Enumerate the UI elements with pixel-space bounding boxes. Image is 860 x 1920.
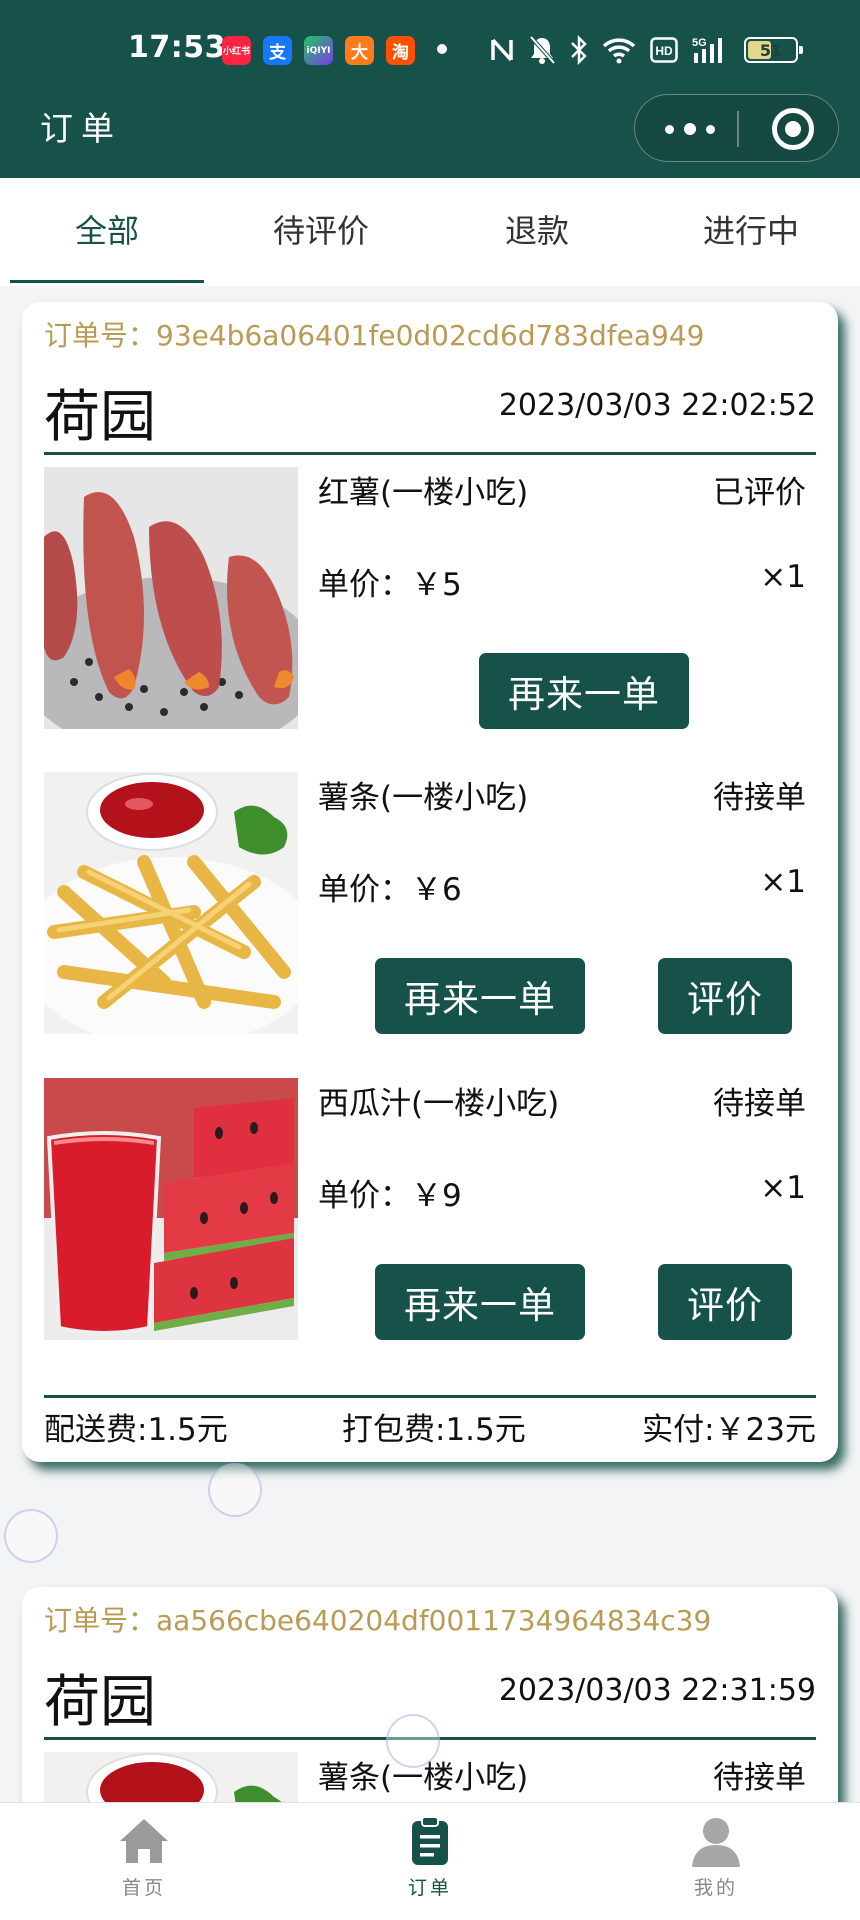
tab-pending-review[interactable]: 待评价 xyxy=(214,206,428,252)
tab-in-progress[interactable]: 进行中 xyxy=(644,206,858,252)
item-quantity: ×1 xyxy=(760,1170,806,1206)
tabbar-orders-label: 订单 xyxy=(407,1877,452,1899)
item-status: 待接单 xyxy=(713,1086,806,1122)
touch-ripple xyxy=(386,1714,440,1768)
meituan-icon: 大 xyxy=(345,36,374,65)
nfc-icon xyxy=(491,38,513,62)
store-name: 荷园 xyxy=(44,1670,156,1735)
item-status: 已评价 xyxy=(713,475,806,511)
notification-app-icons: 小红书 支 iQIYI 大 淘 xyxy=(222,36,415,65)
page-title: 订单 xyxy=(40,109,122,148)
iqiyi-icon: iQIYI xyxy=(304,36,333,65)
tab-refund[interactable]: 退款 xyxy=(430,206,644,252)
user-icon xyxy=(692,1818,740,1867)
battery-level: 51 xyxy=(759,40,783,60)
footer-divider xyxy=(44,1395,816,1398)
miniprogram-capsule xyxy=(634,94,839,162)
status-time: 17:53 xyxy=(128,30,226,65)
tab-all[interactable]: 全部 xyxy=(0,206,214,252)
order-clipboard-icon xyxy=(412,1816,448,1865)
bluetooth-icon xyxy=(571,35,587,65)
order-item: 西瓜汁(一楼小吃) 待接单 单价：￥9 ×1 再来一单 评价 xyxy=(44,1078,816,1342)
reorder-button[interactable]: 再来一单 xyxy=(375,1264,585,1340)
header-divider xyxy=(44,452,816,455)
order-item: 红薯(一楼小吃) 已评价 单价：￥5 ×1 再来一单 xyxy=(44,467,816,731)
more-notifications-dot xyxy=(437,44,447,54)
order-card: 订单号：93e4b6a06401fe0d02cd6d783dfea949 荷园 … xyxy=(22,302,838,1462)
tabbar-profile[interactable]: 我的 xyxy=(646,1815,786,1900)
close-miniprogram-icon[interactable] xyxy=(772,108,814,150)
status-bar: 17:53 小红书 支 iQIYI 大 淘 HD 5G 51 xyxy=(0,0,860,96)
item-status: 待接单 xyxy=(713,1760,806,1796)
tabbar-profile-label: 我的 xyxy=(693,1877,738,1899)
item-price: 单价：￥6 xyxy=(318,872,462,908)
tabbar-home-label: 首页 xyxy=(121,1877,166,1899)
bottom-tab-bar: 首页 订单 我的 xyxy=(0,1802,860,1920)
active-tab-indicator xyxy=(10,280,204,283)
item-quantity: ×1 xyxy=(760,864,806,900)
item-name: 西瓜汁(一楼小吃) xyxy=(318,1086,560,1122)
sweet-potato-image xyxy=(44,467,298,729)
order-number: 订单号：93e4b6a06401fe0d02cd6d783dfea949 xyxy=(44,319,705,352)
tabbar-home[interactable]: 首页 xyxy=(74,1815,214,1900)
tabbar-orders[interactable]: 订单 xyxy=(360,1815,500,1900)
more-options-icon[interactable] xyxy=(665,123,715,135)
order-time: 2023/03/03 22:31:59 xyxy=(498,1673,816,1708)
order-fees: 配送费:1.5元 打包费:1.5元 实付:￥23元 xyxy=(44,1404,816,1448)
alipay-icon: 支 xyxy=(263,36,292,65)
home-icon xyxy=(120,1819,168,1863)
xiaohongshu-icon: 小红书 xyxy=(222,36,251,65)
order-number: 订单号：aa566cbe640204df0011734964834c39 xyxy=(44,1604,712,1637)
system-icons: HD 5G 51 xyxy=(490,30,803,70)
packing-fee: 打包费:1.5元 xyxy=(342,1412,526,1448)
mute-bell-icon xyxy=(529,35,556,65)
reorder-button[interactable]: 再来一单 xyxy=(479,653,689,729)
svg-text:5G: 5G xyxy=(692,37,707,49)
item-price: 单价：￥9 xyxy=(318,1178,462,1214)
delivery-fee: 配送费:1.5元 xyxy=(44,1412,228,1448)
wifi-icon xyxy=(602,38,636,64)
review-button[interactable]: 评价 xyxy=(658,1264,792,1340)
top-bar: 17:53 小红书 支 iQIYI 大 淘 HD 5G 51 订单 xyxy=(0,0,860,178)
touch-ripple xyxy=(4,1509,58,1563)
item-price: 单价：￥5 xyxy=(318,567,462,603)
hd-icon: HD xyxy=(650,37,678,63)
reorder-button[interactable]: 再来一单 xyxy=(375,958,585,1034)
order-item: 薯条(一楼小吃) 待接单 单价：￥6 ×1 再来一单 评价 xyxy=(44,772,816,1036)
signal-5g-icon: 5G xyxy=(692,37,722,63)
item-status: 待接单 xyxy=(713,780,806,816)
review-button[interactable]: 评价 xyxy=(658,958,792,1034)
item-name: 薯条(一楼小吃) xyxy=(318,780,529,816)
watermelon-juice-image xyxy=(44,1078,298,1340)
order-time: 2023/03/03 22:02:52 xyxy=(498,388,816,423)
svg-text:HD: HD xyxy=(655,44,673,58)
item-name: 红薯(一楼小吃) xyxy=(318,475,529,511)
item-quantity: ×1 xyxy=(760,559,806,595)
battery-icon: 51 xyxy=(744,37,803,63)
total-paid: 实付:￥23元 xyxy=(642,1412,816,1448)
order-tabs: 全部 待评价 退款 进行中 xyxy=(0,178,860,286)
fries-image xyxy=(44,772,298,1034)
touch-ripple xyxy=(208,1463,262,1517)
taobao-icon: 淘 xyxy=(386,36,415,65)
capsule-divider xyxy=(737,111,739,147)
store-name: 荷园 xyxy=(44,385,156,450)
